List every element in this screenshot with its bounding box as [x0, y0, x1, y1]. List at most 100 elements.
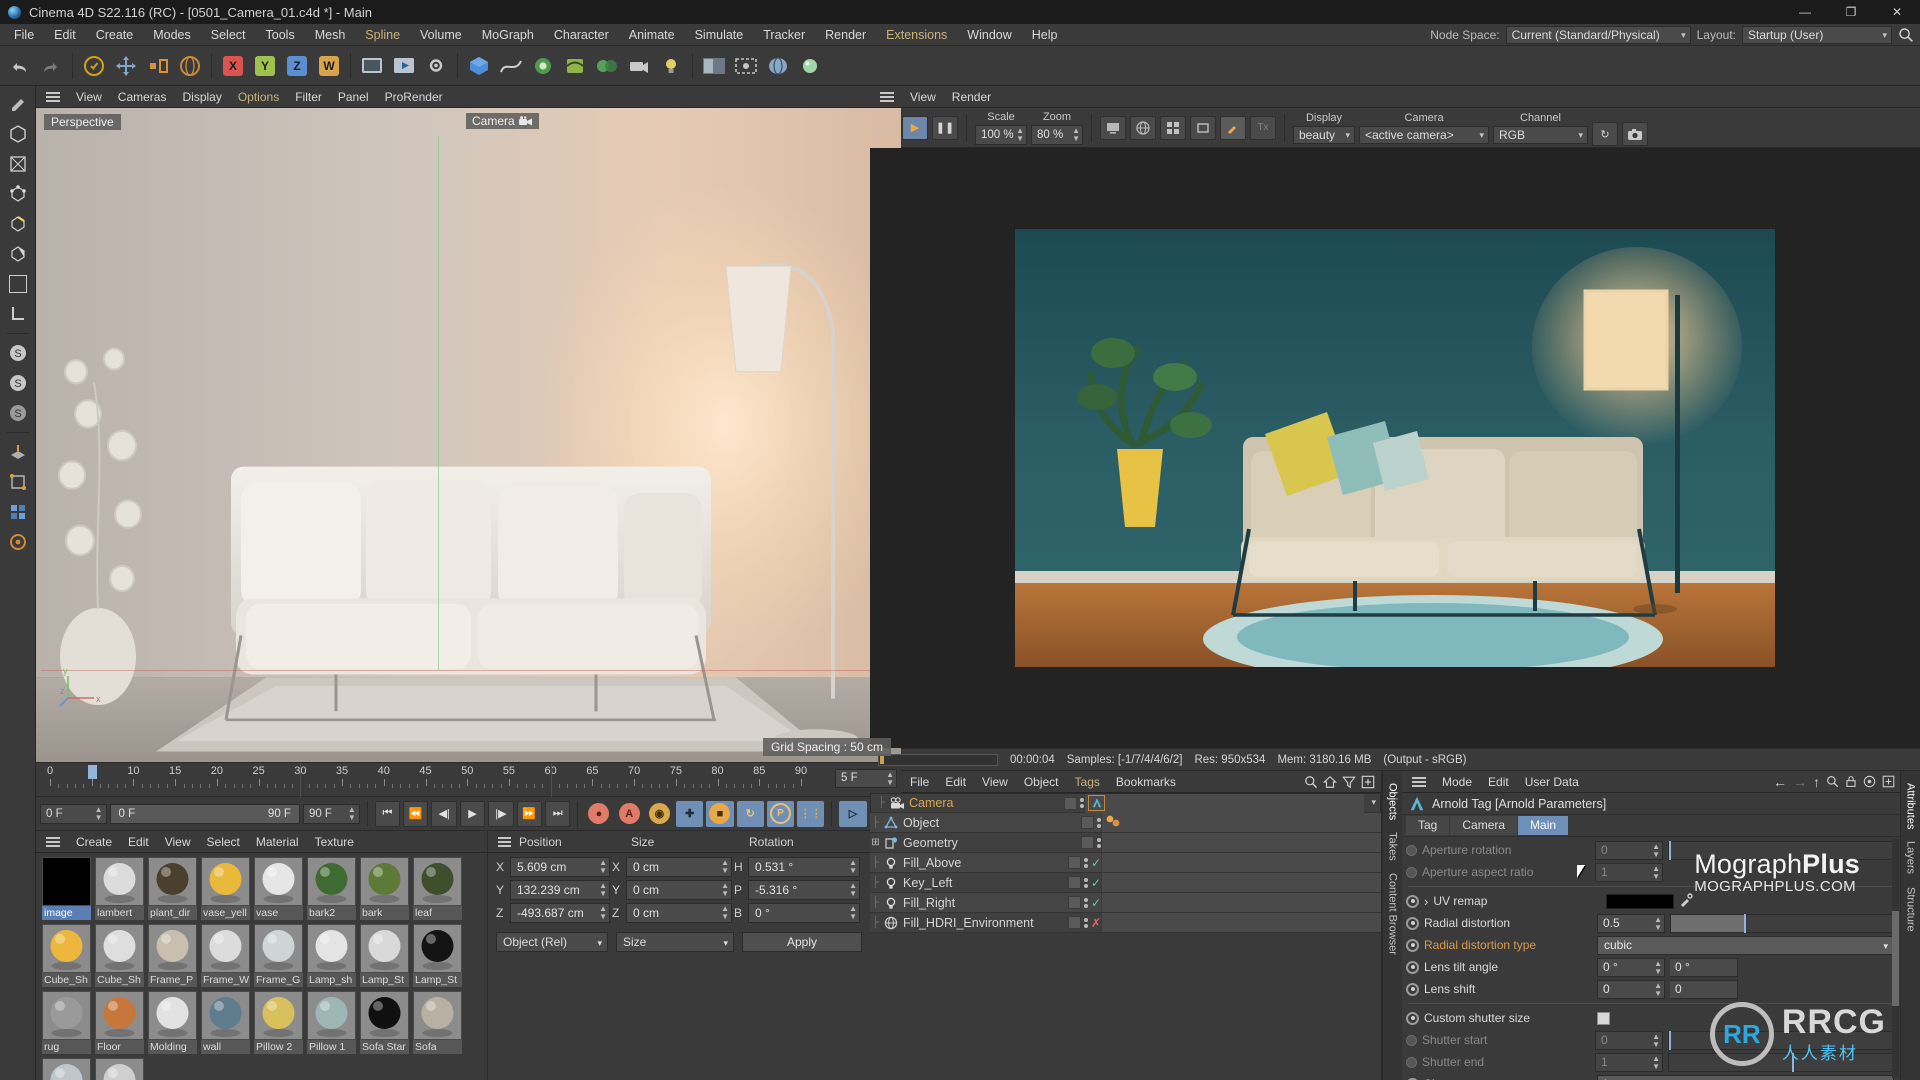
render-region-button[interactable]	[731, 51, 761, 81]
axis-y-toggle[interactable]: Y	[250, 51, 280, 81]
material-swatch[interactable]	[148, 991, 197, 1040]
size-field-x[interactable]: 0 cm ▲ ▼	[626, 857, 732, 877]
size-mode-dropdown[interactable]: Size	[616, 932, 734, 952]
tag-strip[interactable]	[1101, 853, 1381, 872]
material-swatch[interactable]	[307, 991, 356, 1040]
material-item[interactable]: HDRI	[42, 1058, 91, 1080]
tag-strip[interactable]	[1101, 833, 1381, 852]
start-frame-field[interactable]: 0 F ▲ ▼	[40, 803, 107, 824]
menu-simulate[interactable]: Simulate	[685, 24, 754, 46]
preview-range-bar[interactable]: 0 F 90 F	[109, 803, 300, 824]
timeline-playhead[interactable]	[87, 765, 97, 779]
material-item[interactable]: Frame_W	[201, 924, 250, 987]
render-camera-select[interactable]: <active camera>	[1359, 125, 1489, 144]
parameter-slider[interactable]	[1668, 1030, 1894, 1050]
go-to-end-button[interactable]: ⏭	[544, 800, 571, 827]
quantize-tool[interactable]	[4, 498, 32, 526]
move-tool[interactable]	[111, 51, 141, 81]
parameter-field[interactable]: 0 ▲ ▼	[1595, 1030, 1663, 1050]
material-item[interactable]: leaf	[413, 857, 462, 920]
material-swatch[interactable]	[413, 924, 462, 973]
render-region-view-button[interactable]	[1190, 115, 1216, 140]
object-menu-view[interactable]: View	[974, 771, 1016, 793]
viewport-menu-filter[interactable]: Filter	[287, 86, 330, 108]
material-item[interactable]: lambert	[95, 857, 144, 920]
material-swatch[interactable]	[307, 857, 356, 906]
tag-strip[interactable]	[1101, 813, 1381, 832]
attribute-side-tab-attributes[interactable]: Attributes	[1903, 777, 1919, 835]
menu-window[interactable]: Window	[957, 24, 1021, 46]
render-scale-field[interactable]: 100 % ▲ ▼	[975, 124, 1027, 145]
object-side-tab-objects[interactable]: Objects	[1385, 777, 1401, 826]
material-swatch[interactable]	[254, 924, 303, 973]
material-swatch[interactable]	[95, 1058, 144, 1080]
material-menu-edit[interactable]: Edit	[120, 831, 157, 853]
object-tag-area[interactable]: ✗	[1067, 916, 1101, 930]
layout-manager-button[interactable]	[699, 51, 729, 81]
redo-button[interactable]	[36, 51, 66, 81]
parameter-slider[interactable]	[1670, 913, 1894, 933]
workplane-tool[interactable]	[4, 438, 32, 466]
point-level-animation-button[interactable]: ⋮⋮	[797, 800, 825, 827]
timeline-ruler-bar[interactable]: 051015202530354045505560657075808590 5 F…	[36, 762, 901, 797]
attribute-tab-bar[interactable]: Tag Camera Main	[1402, 815, 1900, 837]
material-item[interactable]: vase_yell	[201, 857, 250, 920]
visibility-toggle[interactable]	[1067, 916, 1081, 929]
viewport-menu-display[interactable]: Display	[174, 86, 229, 108]
visibility-toggle[interactable]	[1081, 816, 1094, 829]
perspective-viewport[interactable]: Perspective Camera y x z Grid Spacing : …	[36, 108, 901, 762]
keyframe-selection-button[interactable]: ◉	[646, 801, 673, 827]
menu-volume[interactable]: Volume	[410, 24, 472, 46]
size-field-z[interactable]: 0 cm ▲ ▼	[626, 903, 732, 923]
position-field-x[interactable]: 5.609 cm ▲ ▼	[510, 857, 610, 877]
add-cube-object-button[interactable]	[464, 51, 494, 81]
object-tag-area[interactable]: ✓	[1067, 856, 1101, 870]
lock-icon[interactable]	[1845, 775, 1857, 788]
render-menu-view[interactable]: View	[902, 86, 944, 108]
parameter-animate-toggle[interactable]	[1406, 982, 1419, 996]
material-item[interactable]: Sofa	[413, 991, 462, 1054]
attribute-parameters[interactable]: Aperture rotation 0 ▲ ▼ Aperture aspect rati…	[1402, 837, 1900, 1080]
visibility-toggle[interactable]	[1067, 876, 1081, 889]
visibility-dots-icon[interactable]	[1083, 857, 1088, 868]
parameter-field-2[interactable]: 0 °	[1670, 957, 1738, 977]
object-menu-edit[interactable]: Edit	[937, 771, 974, 793]
parameter-field-2[interactable]: 0	[1670, 979, 1738, 999]
autokeying-button[interactable]: A	[616, 801, 643, 827]
object-row[interactable]: ├ Object	[870, 813, 1381, 833]
attribute-side-tab-structure[interactable]: Structure	[1903, 881, 1919, 938]
next-keyframe-button[interactable]: ⏩	[516, 800, 542, 827]
object-side-tab-takes[interactable]: Takes	[1385, 826, 1401, 867]
material-item[interactable]: standard	[95, 1058, 144, 1080]
record-active-objects-button[interactable]: ●	[585, 801, 612, 827]
material-swatch-grid[interactable]: image lambert plant_dir vase_yell vase bark2 b…	[36, 853, 487, 1080]
parameter-animate-toggle[interactable]	[1406, 1056, 1417, 1068]
material-item[interactable]: rug	[42, 991, 91, 1054]
rotation-key-button[interactable]: ↻	[736, 800, 764, 827]
material-item[interactable]: Lamp_St	[413, 924, 462, 987]
parameter-animate-toggle[interactable]	[1406, 1034, 1417, 1046]
material-item[interactable]: Frame_G	[254, 924, 303, 987]
object-menu-file[interactable]: File	[902, 771, 937, 793]
prev-keyframe-button[interactable]: ⏪	[403, 800, 429, 827]
eyedropper-icon[interactable]	[1679, 892, 1694, 910]
parameter-animate-toggle[interactable]	[1406, 866, 1417, 878]
material-item[interactable]: image	[42, 857, 91, 920]
menu-file[interactable]: File	[4, 24, 44, 46]
animation-mode-button[interactable]: ▷	[839, 800, 867, 827]
material-item[interactable]: plant_dir	[148, 857, 197, 920]
material-menu-texture[interactable]: Texture	[307, 831, 362, 853]
current-frame-field[interactable]: 5 F ▲ ▼	[835, 769, 897, 788]
parameter-field[interactable]: 0.5 ▲ ▼	[1597, 913, 1665, 933]
material-swatch[interactable]	[360, 924, 409, 973]
material-swatch[interactable]	[95, 924, 144, 973]
render-globe-button[interactable]	[1130, 115, 1156, 140]
menu-render[interactable]: Render	[815, 24, 876, 46]
object-row[interactable]: ⊞ Geometry	[870, 833, 1381, 853]
rotation-field-h[interactable]: 0.531 ° ▲ ▼	[748, 857, 860, 877]
coordinates-menu-icon[interactable]	[496, 835, 513, 849]
attribute-tab-main[interactable]: Main	[1518, 816, 1569, 835]
rotation-field-b[interactable]: 0 ° ▲ ▼	[748, 903, 860, 923]
object-tag-area[interactable]	[1081, 816, 1101, 829]
parameter-animate-toggle[interactable]	[1406, 960, 1419, 974]
